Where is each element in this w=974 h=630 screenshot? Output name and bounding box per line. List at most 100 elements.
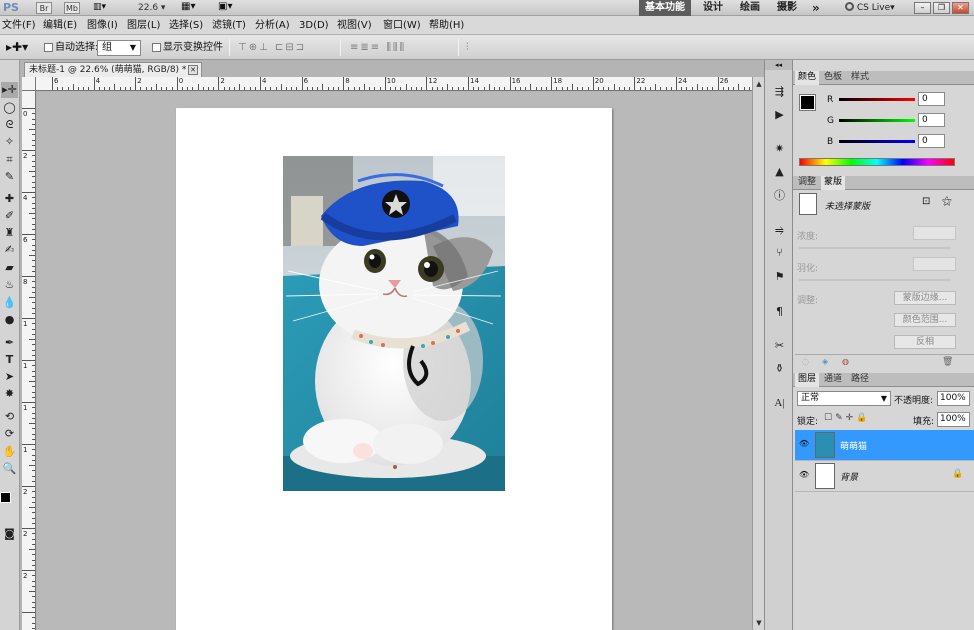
channel-r-input[interactable]: 0	[918, 92, 945, 106]
eyedropper-tool-icon[interactable]: ✎	[1, 169, 18, 185]
paragraph-panel-icon[interactable]: ¶	[771, 303, 788, 320]
minimize-button[interactable]: –	[914, 2, 931, 14]
quick-selection-tool-icon[interactable]: ✧	[1, 134, 18, 150]
tab-masks[interactable]: 蒙版	[821, 176, 846, 190]
arrange-documents-button[interactable]: ▦▾	[181, 1, 195, 12]
feather-input[interactable]	[913, 257, 956, 271]
workspace-painting[interactable]: 绘画	[740, 0, 760, 16]
density-input[interactable]	[913, 226, 956, 240]
paths-panel-icon[interactable]: ⚱	[771, 360, 788, 377]
channel-b-slider[interactable]	[839, 140, 915, 143]
history-brush-tool-icon[interactable]: ✍	[1, 242, 18, 258]
quick-mask-icon[interactable]: ◙	[1, 526, 18, 542]
mini-bridge-button[interactable]: Mb	[64, 2, 80, 14]
ruler-origin[interactable]	[22, 77, 36, 91]
show-transform-checkbox[interactable]	[152, 43, 161, 52]
hand-tool-icon[interactable]: ✋	[1, 444, 18, 460]
3d-orbit-tool-icon[interactable]: ⟳	[1, 426, 18, 442]
workspace-photography[interactable]: 摄影	[777, 0, 797, 16]
density-slider[interactable]	[799, 247, 951, 249]
tab-color[interactable]: 颜色	[795, 71, 820, 85]
move-tool-icon[interactable]: ▸✛	[1, 82, 18, 98]
history-panel-icon[interactable]: ⇶	[771, 83, 788, 100]
bridge-button[interactable]: Br	[36, 2, 52, 14]
close-button[interactable]: ✕	[952, 2, 969, 14]
info-panel-icon[interactable]: ⓘ	[771, 187, 788, 204]
clone-stamp-tool-icon[interactable]: ♜	[1, 225, 18, 241]
move-tool-preset-picker[interactable]: ▸✚▾	[6, 40, 28, 54]
feather-slider[interactable]	[799, 279, 951, 281]
auto-select-dropdown[interactable]: 组 ▼	[97, 40, 141, 56]
document-tab[interactable]: 未标题-1 @ 22.6% (萌萌猫, RGB/8) * ✕	[24, 62, 202, 78]
tab-paths[interactable]: 路径	[848, 373, 872, 387]
brush-presets-panel-icon[interactable]: ⥤	[771, 221, 788, 238]
menu-edit[interactable]: 编辑(E)	[41, 18, 79, 33]
distribute-buttons-group[interactable]: ≡≣≡ ⫼⫼⫼	[350, 42, 406, 53]
cat-photo-layer[interactable]	[283, 156, 505, 491]
apply-mask-icon[interactable]: ◈	[822, 357, 828, 366]
restore-button[interactable]: ❐	[933, 2, 950, 14]
close-tab-icon[interactable]: ✕	[188, 65, 198, 75]
marquee-tool-icon[interactable]: ◯	[1, 100, 18, 116]
menu-layer[interactable]: 图层(L)	[125, 18, 162, 33]
workspace-more-button[interactable]: »	[812, 0, 820, 16]
foreground-color-swatch[interactable]	[0, 492, 11, 503]
zoom-level[interactable]: 22.6 ▾	[138, 1, 165, 15]
brush-tool-icon[interactable]: ✐	[1, 208, 18, 224]
shape-tool-icon[interactable]: ✸	[1, 386, 18, 402]
tool-presets-panel-icon[interactable]: ⑂	[771, 244, 788, 261]
layer-name[interactable]: 背景	[840, 470, 858, 483]
3d-rotate-tool-icon[interactable]: ⟲	[1, 409, 18, 425]
menu-analysis[interactable]: 分析(A)	[253, 18, 292, 33]
align-buttons-group[interactable]: ⊤⊕⊥ ⊏⊟⊐	[238, 42, 306, 53]
lasso-tool-icon[interactable]: ᘓ	[1, 117, 18, 133]
blend-mode-dropdown[interactable]: 正常 ▼	[797, 391, 891, 406]
cs-live-button[interactable]: CS Live▾	[845, 0, 895, 16]
layer-name[interactable]: 萌萌猫	[840, 439, 867, 452]
visibility-eye-icon[interactable]: 👁	[799, 470, 809, 479]
visibility-eye-icon[interactable]: 👁	[799, 439, 809, 448]
auto-align-layers-icon[interactable]: ⫶	[466, 42, 471, 53]
workspace-essentials[interactable]: 基本功能	[639, 0, 691, 16]
scroll-down-arrow[interactable]: ▼	[754, 618, 764, 628]
opacity-input[interactable]: 100%	[937, 391, 970, 406]
channel-g-input[interactable]: 0	[918, 113, 945, 127]
pen-tool-icon[interactable]: ✒	[1, 335, 18, 351]
menu-3d[interactable]: 3D(D)	[297, 18, 331, 33]
lock-options-icons[interactable]: ☐✎✛🔒	[824, 413, 870, 423]
load-selection-icon[interactable]: ◌	[802, 357, 809, 366]
menu-window[interactable]: 窗口(W)	[381, 18, 423, 33]
tab-layers[interactable]: 图层	[795, 373, 820, 387]
layer-row-background[interactable]: 👁 背景 🔒	[795, 461, 974, 491]
scroll-up-arrow[interactable]: ▲	[754, 79, 764, 89]
tab-swatches[interactable]: 色板	[821, 71, 845, 85]
menu-help[interactable]: 帮助(H)	[427, 18, 466, 33]
vector-mask-icon[interactable]: ⚝	[942, 196, 952, 207]
menu-image[interactable]: 图像(I)	[85, 18, 120, 33]
type-tool-icon[interactable]: T	[1, 352, 18, 368]
mask-edge-button[interactable]: 蒙版边缘...	[894, 291, 956, 305]
menu-select[interactable]: 选择(S)	[167, 18, 205, 33]
navigator-panel-icon[interactable]: ✷	[771, 140, 788, 157]
view-extras-button[interactable]: ▥▾	[93, 2, 117, 14]
fill-input[interactable]: 100%	[937, 412, 970, 427]
workspace-design[interactable]: 设计	[703, 0, 723, 16]
menu-file[interactable]: 文件(F)	[0, 18, 38, 33]
actions-panel-icon[interactable]: ▶	[771, 106, 788, 123]
zoom-tool-icon[interactable]: 🔍	[1, 461, 18, 477]
delete-mask-icon[interactable]: 🗑	[942, 357, 953, 367]
layer-row-cat[interactable]: 👁 萌萌猫	[795, 430, 974, 460]
histogram-panel-icon[interactable]: ▲	[771, 163, 788, 180]
dodge-tool-icon[interactable]: ●	[1, 312, 18, 328]
color-spectrum-ramp[interactable]	[799, 158, 955, 166]
path-selection-tool-icon[interactable]: ➤	[1, 369, 18, 385]
channel-b-input[interactable]: 0	[918, 134, 945, 148]
channel-g-slider[interactable]	[839, 119, 915, 122]
healing-brush-tool-icon[interactable]: ✚	[1, 191, 18, 207]
tab-styles[interactable]: 样式	[848, 71, 872, 85]
crop-tool-icon[interactable]: ⌗	[1, 152, 18, 168]
invert-button[interactable]: 反相	[894, 335, 956, 349]
blur-tool-icon[interactable]: 💧	[1, 295, 18, 311]
color-range-button[interactable]: 颜色范围...	[894, 313, 956, 327]
brush-panel-icon[interactable]: ✂	[771, 337, 788, 354]
